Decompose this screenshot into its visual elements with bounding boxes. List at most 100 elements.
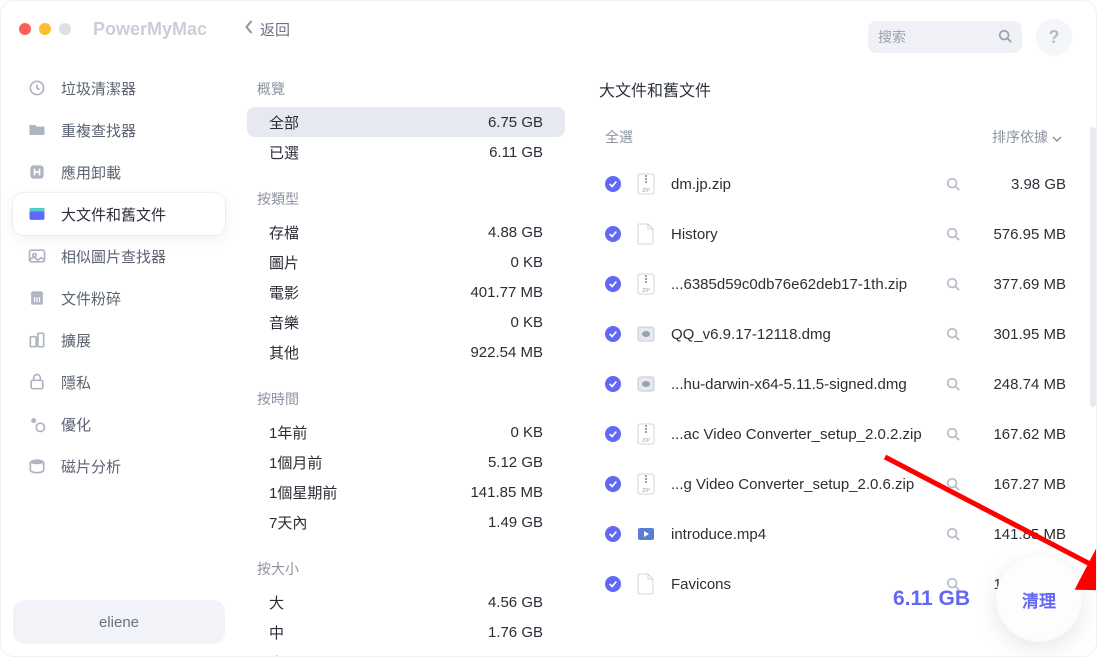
reveal-icon[interactable] xyxy=(946,227,960,241)
zoom-icon[interactable] xyxy=(59,23,71,35)
filter-label: 中 xyxy=(269,622,284,643)
file-row[interactable]: History 576.95 MB xyxy=(599,209,1072,259)
filter-label: 1個星期前 xyxy=(269,482,337,503)
file-size: 167.27 MB xyxy=(974,476,1066,493)
filter-row[interactable]: 全部 6.75 GB xyxy=(247,107,565,137)
filter-panel: 概覽全部6.75 GB已選6.11 GB按類型存檔4.88 GB圖片0 KB電影… xyxy=(237,57,575,656)
file-row[interactable]: ...hu-darwin-x64-5.11.5-signed.dmg 248.7… xyxy=(599,359,1072,409)
file-size: 167.62 MB xyxy=(974,426,1066,443)
file-name: dm.jp.zip xyxy=(671,176,932,193)
sort-label: 排序依據 xyxy=(992,127,1048,147)
reveal-icon[interactable] xyxy=(946,377,960,391)
close-icon[interactable] xyxy=(19,23,31,35)
search-placeholder: 搜索 xyxy=(878,27,906,47)
sidebar-icon-8 xyxy=(27,414,47,434)
filter-value: 141.85 MB xyxy=(470,484,543,501)
checkbox-icon[interactable] xyxy=(605,576,621,592)
filter-row[interactable]: 7天內1.49 GB xyxy=(247,507,565,537)
file-row[interactable]: ZIP ...g Video Converter_setup_2.0.6.zip… xyxy=(599,459,1072,509)
sidebar-icon-9 xyxy=(27,456,47,476)
checkbox-icon[interactable] xyxy=(605,176,621,192)
svg-text:ZIP: ZIP xyxy=(642,438,650,444)
file-row[interactable]: ZIP dm.jp.zip 3.98 GB xyxy=(599,159,1072,209)
filter-label: 已選 xyxy=(269,142,299,163)
search-input[interactable]: 搜索 xyxy=(868,21,1022,53)
file-row[interactable]: introduce.mp4 141.85 MB xyxy=(599,509,1072,559)
reveal-icon[interactable] xyxy=(946,277,960,291)
filter-value: 4.56 GB xyxy=(488,594,543,611)
help-button[interactable]: ? xyxy=(1036,19,1072,55)
file-size: 141.85 MB xyxy=(974,526,1066,543)
sidebar-item-label: 文件粉碎 xyxy=(61,288,121,309)
file-size: 3.98 GB xyxy=(974,176,1066,193)
sort-button[interactable]: 排序依據 xyxy=(992,127,1062,147)
sidebar: 垃圾清潔器重複查找器應用卸載大文件和舊文件相似圖片查找器文件粉碎擴展隱私優化磁片… xyxy=(1,57,237,656)
reveal-icon[interactable] xyxy=(946,327,960,341)
sidebar-item-6[interactable]: 擴展 xyxy=(13,319,225,361)
filter-row[interactable]: 圖片0 KB xyxy=(247,247,565,277)
checkbox-icon[interactable] xyxy=(605,326,621,342)
selected-size: 6.11 GB xyxy=(893,587,970,611)
sidebar-item-9[interactable]: 磁片分析 xyxy=(13,445,225,487)
filter-value: 1.76 GB xyxy=(488,624,543,641)
filter-label: 大 xyxy=(269,592,284,613)
sidebar-item-8[interactable]: 優化 xyxy=(13,403,225,445)
checkbox-icon[interactable] xyxy=(605,426,621,442)
checkbox-icon[interactable] xyxy=(605,476,621,492)
reveal-icon[interactable] xyxy=(946,527,960,541)
filter-row[interactable]: 其他922.54 MB xyxy=(247,337,565,367)
reveal-icon[interactable] xyxy=(946,477,960,491)
filter-label: 全部 xyxy=(269,112,299,133)
minimize-icon[interactable] xyxy=(39,23,51,35)
file-name: ...6385d59c0db76e62deb17-1th.zip xyxy=(671,276,932,293)
back-label: 返回 xyxy=(260,19,290,40)
scrollbar[interactable] xyxy=(1090,127,1096,636)
filter-value: 5.12 GB xyxy=(488,454,543,471)
sidebar-item-2[interactable]: 應用卸載 xyxy=(13,151,225,193)
filter-label: 1年前 xyxy=(269,422,307,443)
filter-row[interactable]: 中 1.76 GB xyxy=(247,617,565,647)
filter-row[interactable]: 已選6.11 GB xyxy=(247,137,565,167)
checkbox-icon[interactable] xyxy=(605,376,621,392)
window-controls[interactable] xyxy=(19,23,71,35)
filter-value: 1.49 GB xyxy=(488,514,543,531)
reveal-icon[interactable] xyxy=(946,427,960,441)
clean-button[interactable]: 清理 xyxy=(996,556,1082,642)
checkbox-icon[interactable] xyxy=(605,526,621,542)
file-row[interactable]: QQ_v6.9.17-12118.dmg 301.95 MB xyxy=(599,309,1072,359)
user-chip[interactable]: eliene xyxy=(13,600,225,644)
help-icon: ? xyxy=(1049,27,1060,48)
checkbox-icon[interactable] xyxy=(605,276,621,292)
filter-row[interactable]: 大 4.56 GB xyxy=(247,587,565,617)
group-header: 按類型 xyxy=(247,167,565,217)
back-button[interactable]: 返回 xyxy=(245,19,290,40)
file-name: QQ_v6.9.17-12118.dmg xyxy=(671,326,932,343)
sidebar-item-5[interactable]: 文件粉碎 xyxy=(13,277,225,319)
file-row[interactable]: ZIP ...ac Video Converter_setup_2.0.2.zi… xyxy=(599,409,1072,459)
checkbox-icon[interactable] xyxy=(605,226,621,242)
file-type-icon xyxy=(635,521,657,547)
filter-row[interactable]: 小427.34 MB xyxy=(247,647,565,656)
filter-row[interactable]: 存檔4.88 GB xyxy=(247,217,565,247)
sidebar-item-1[interactable]: 重複查找器 xyxy=(13,109,225,151)
filter-row[interactable]: 1個月前5.12 GB xyxy=(247,447,565,477)
select-all-label[interactable]: 全選 xyxy=(605,127,633,147)
sidebar-item-7[interactable]: 隱私 xyxy=(13,361,225,403)
file-type-icon xyxy=(635,371,657,397)
filter-row[interactable]: 1個星期前 141.85 MB xyxy=(247,477,565,507)
file-size: 248.74 MB xyxy=(974,376,1066,393)
filter-value: 6.75 GB xyxy=(488,114,543,131)
file-row[interactable]: ZIP ...6385d59c0db76e62deb17-1th.zip 377… xyxy=(599,259,1072,309)
clean-label: 清理 xyxy=(1022,587,1056,612)
filter-row[interactable]: 音樂0 KB xyxy=(247,307,565,337)
sidebar-item-label: 重複查找器 xyxy=(61,120,136,141)
filter-label: 音樂 xyxy=(269,312,299,333)
filter-row[interactable]: 電影401.77 MB xyxy=(247,277,565,307)
filter-row[interactable]: 1年前0 KB xyxy=(247,417,565,447)
sidebar-item-0[interactable]: 垃圾清潔器 xyxy=(13,67,225,109)
reveal-icon[interactable] xyxy=(946,177,960,191)
svg-text:ZIP: ZIP xyxy=(642,288,650,294)
sidebar-item-3[interactable]: 大文件和舊文件 xyxy=(13,193,225,235)
scrollbar-thumb[interactable] xyxy=(1090,127,1096,407)
sidebar-item-4[interactable]: 相似圖片查找器 xyxy=(13,235,225,277)
